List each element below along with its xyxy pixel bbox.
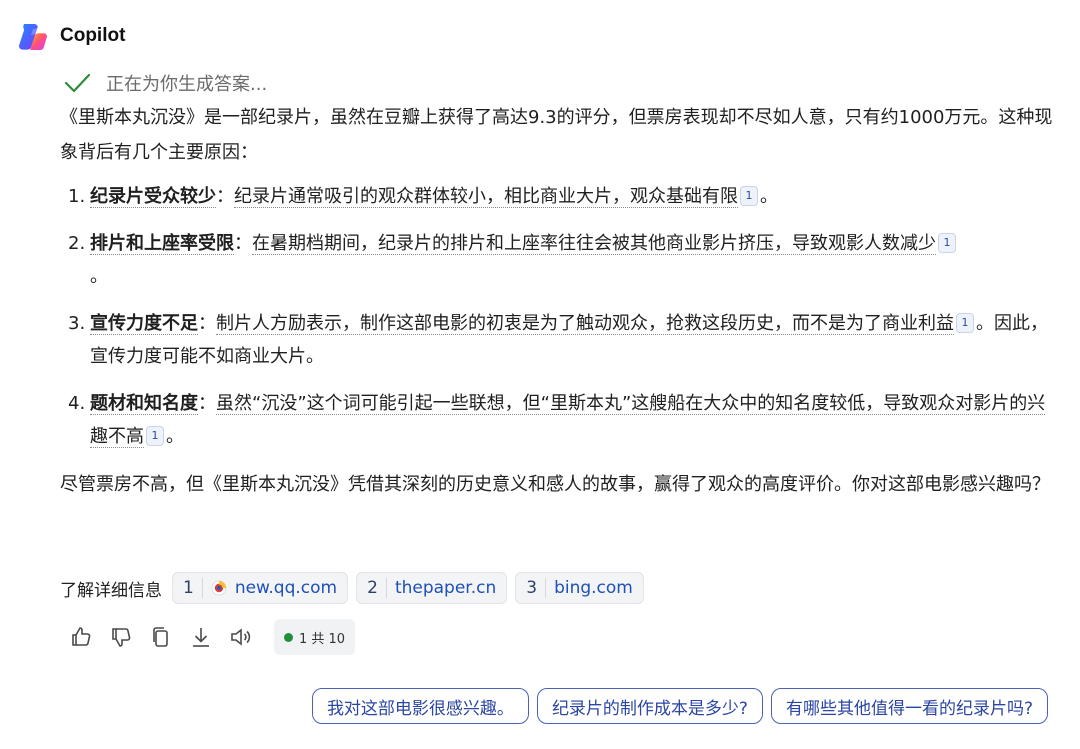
item-text[interactable]: 在暑期档期间，纪录片的排片和上座率往往会被其他商业影片挤压，导致观影人数减少 xyxy=(252,233,936,255)
item-title: 题材和知名度 xyxy=(90,393,198,415)
status-text: 正在为你生成答案... xyxy=(106,74,268,95)
learn-more-row: 了解详细信息 1 new.qq.com 2 thepaper.cn 3 bing… xyxy=(60,572,644,604)
list-number: 3. xyxy=(68,313,86,334)
response-counter: 1 共 10 xyxy=(274,619,356,655)
list-item: 2. 排片和上座率受限：在暑期档期间，纪录片的排片和上座率往往会被其他商业影片挤… xyxy=(60,227,1055,293)
read-aloud-button[interactable] xyxy=(228,624,254,650)
item-end: 。 xyxy=(760,186,778,207)
item-text[interactable]: 虽然“沉没”这个词可能引起一些联想，但“里斯本丸”这艘船在大众中的知名度较低，导… xyxy=(90,393,1046,448)
answer-intro: 《里斯本丸沉没》是一部纪录片，虽然在豆瓣上获得了高达9.3的评分，但票房表现却不… xyxy=(60,107,1053,163)
list-item: 3. 宣传力度不足：制片人方励表示，制作这部电影的初衷是为了触动观众，抢救这段历… xyxy=(60,307,1055,373)
learn-more-label: 了解详细信息 xyxy=(60,580,162,601)
item-title: 宣传力度不足 xyxy=(90,313,198,335)
source-domain: new.qq.com xyxy=(234,578,338,598)
item-sep: ： xyxy=(216,186,234,207)
source-chip-2[interactable]: 2 thepaper.cn xyxy=(356,572,508,604)
checkmark-icon xyxy=(64,73,91,93)
source-chip-1[interactable]: 1 new.qq.com xyxy=(172,572,349,604)
status-dot xyxy=(284,632,293,642)
counter-text: 1 共 10 xyxy=(299,631,346,647)
suggestion-button[interactable]: 我对这部电影很感兴趣。 xyxy=(311,688,529,724)
item-title: 排片和上座率受限 xyxy=(90,233,234,255)
item-text[interactable]: 制片人方励表示，制作这部电影的初衷是为了触动观众，抢救这段历史，而不是为了商业利… xyxy=(216,313,954,335)
copy-button[interactable] xyxy=(148,624,174,650)
citation-badge[interactable]: 1 xyxy=(956,313,974,333)
item-sep: ： xyxy=(198,393,216,414)
source-domain: bing.com xyxy=(554,578,633,598)
read-aloud-icon xyxy=(231,628,251,646)
citation-badge[interactable]: 1 xyxy=(740,186,758,206)
suggested-prompts: 我对这部电影很感兴趣。 纪录片的制作成本是多少? 有哪些其他值得一看的纪录片吗? xyxy=(311,688,1048,724)
citation-badge[interactable]: 1 xyxy=(146,426,164,446)
item-sep: ： xyxy=(198,313,216,334)
thumbs-up-icon xyxy=(72,627,91,646)
dislike-button[interactable] xyxy=(108,624,134,650)
generation-status: 正在为你生成答案... xyxy=(62,66,1055,100)
qq-news-icon xyxy=(211,580,227,596)
message-actions: 1 共 10 xyxy=(68,619,356,655)
source-number: 3 xyxy=(526,578,547,598)
copy-icon xyxy=(153,627,168,647)
item-text[interactable]: 纪录片通常吸引的观众群体较小，相比商业大片，观众基础有限 xyxy=(234,186,738,208)
source-number: 1 xyxy=(183,578,203,598)
citation-badge[interactable]: 1 xyxy=(938,233,956,253)
item-end: 。 xyxy=(166,426,184,447)
app-header: Copilot xyxy=(16,18,125,54)
source-domain: thepaper.cn xyxy=(394,578,497,598)
app-title: Copilot xyxy=(60,25,126,46)
suggestion-button[interactable]: 纪录片的制作成本是多少? xyxy=(536,688,763,724)
thumbs-down-icon xyxy=(112,628,131,647)
copilot-logo-icon xyxy=(19,24,47,50)
item-end: 。 xyxy=(90,266,108,287)
reasons-list: 1. 纪录片受众较少：纪录片通常吸引的观众群体较小，相比商业大片，观众基础有限 1… xyxy=(60,180,1055,453)
list-item: 4. 题材和知名度：虽然“沉没”这个词可能引起一些联想，但“里斯本丸”这艘船在大… xyxy=(60,387,1055,453)
download-icon xyxy=(193,628,209,647)
like-button[interactable] xyxy=(68,624,94,650)
source-chip-3[interactable]: 3 bing.com xyxy=(515,572,644,604)
item-title: 纪录片受众较少 xyxy=(90,186,216,208)
item-sep: ： xyxy=(234,233,252,254)
list-item: 1. 纪录片受众较少：纪录片通常吸引的观众群体较小，相比商业大片，观众基础有限 1… xyxy=(60,180,1055,213)
list-number: 2. xyxy=(68,233,86,254)
answer-content: 正在为你生成答案... 《里斯本丸沉没》是一部纪录片，虽然在豆瓣上获得了高达9.… xyxy=(60,66,1055,502)
download-button[interactable] xyxy=(188,624,214,650)
list-number: 4. xyxy=(68,393,86,414)
suggestion-button[interactable]: 有哪些其他值得一看的纪录片吗? xyxy=(770,688,1048,724)
answer-conclusion: 尽管票房不高，但《里斯本丸沉没》凭借其深刻的历史意义和感人的故事，赢得了观众的高… xyxy=(60,474,1050,495)
source-number: 2 xyxy=(367,578,387,598)
list-number: 1. xyxy=(68,186,86,207)
